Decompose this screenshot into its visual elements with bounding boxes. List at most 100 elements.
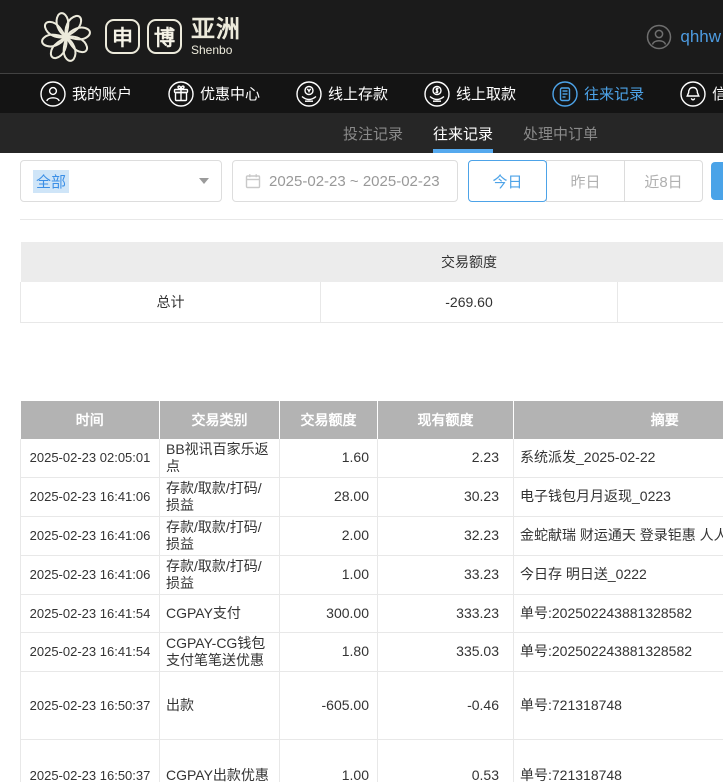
today-button[interactable]: 今日: [468, 160, 547, 202]
logo-region-text: 亚洲 Shenbo: [191, 18, 241, 56]
calendar-icon: [245, 173, 261, 189]
table-cell: 2025-02-23 16:50:37: [21, 671, 160, 739]
date-range-input[interactable]: 2025-02-23 ~ 2025-02-23: [232, 160, 458, 202]
column-header: 摘要: [514, 401, 723, 439]
table-row: 2025-02-23 16:41:06存款/取款/打码/损益28.0030.23…: [21, 477, 723, 516]
table-row: 2025-02-23 16:41:54CGPAY支付300.00333.23单号…: [21, 594, 723, 632]
table-row: 2025-02-23 02:05:01BB视讯百家乐返点1.602.23系统派发…: [21, 439, 723, 478]
bell-icon: [680, 81, 706, 107]
user-circle-icon: [40, 81, 66, 107]
nav-item-withdraw[interactable]: 线上取款: [424, 81, 516, 107]
records-table: 时间交易类别交易额度现有额度摘要 2025-02-23 02:05:01BB视讯…: [20, 401, 723, 782]
page: 申 博 亚洲 Shenbo qhhw: [0, 0, 723, 782]
table-cell: CGPAY支付: [160, 594, 280, 632]
table-cell: 存款/取款/打码/损益: [160, 516, 280, 555]
nav-item-my-account[interactable]: 我的账户: [40, 81, 132, 107]
tab-transaction-records[interactable]: 往来记录: [433, 113, 493, 153]
records-table-body: 2025-02-23 02:05:01BB视讯百家乐返点1.602.23系统派发…: [21, 439, 723, 782]
nav-item-messages[interactable]: 信息: [680, 81, 723, 107]
brand-logo[interactable]: 申 博 亚洲 Shenbo: [34, 5, 241, 69]
date-range-value: 2025-02-23 ~ 2025-02-23: [269, 173, 440, 190]
table-cell: 2025-02-23 16:41:06: [21, 477, 160, 516]
tab-pending-orders[interactable]: 处理中订单: [523, 113, 598, 153]
section-divider: [20, 219, 723, 220]
table-cell: 单号:202502243881328582: [514, 632, 723, 671]
table-cell: 32.23: [378, 516, 514, 555]
table-cell: 30.23: [378, 477, 514, 516]
chevron-down-icon: [199, 178, 209, 184]
records-icon: [552, 81, 578, 107]
records-header-row: 时间交易类别交易额度现有额度摘要: [21, 401, 723, 439]
table-cell: 2025-02-23 16:41:54: [21, 594, 160, 632]
yesterday-button[interactable]: 昨日: [546, 160, 625, 202]
table-row: 2025-02-23 16:50:37CGPAY出款优惠1.000.53单号:7…: [21, 739, 723, 782]
table-cell: 单号:721318748: [514, 671, 723, 739]
top-bar: 申 博 亚洲 Shenbo qhhw: [0, 0, 723, 73]
table-cell: 1.00: [280, 555, 378, 594]
table-row: 2025-02-23 16:41:06存款/取款/打码/损益2.0032.23金…: [21, 516, 723, 555]
gift-icon: [168, 81, 194, 107]
avatar-icon: [646, 24, 672, 50]
table-cell: 2025-02-23 16:50:37: [21, 739, 160, 782]
category-select[interactable]: 全部: [20, 160, 222, 202]
table-row: 2025-02-23 16:41:54CGPAY-CG钱包支付笔笔送优惠1.80…: [21, 632, 723, 671]
table-cell: 33.23: [378, 555, 514, 594]
table-cell: 存款/取款/打码/损益: [160, 477, 280, 516]
summary-table: 交易额度 总计 -269.60: [20, 242, 723, 323]
table-cell: 1.80: [280, 632, 378, 671]
table-cell: CGPAY出款优惠: [160, 739, 280, 782]
summary-header-amount: 交易额度: [321, 242, 618, 282]
table-cell: 2025-02-23 16:41:54: [21, 632, 160, 671]
column-header: 交易类别: [160, 401, 280, 439]
table-cell: 1.00: [280, 739, 378, 782]
summary-header-row: 交易额度: [21, 242, 723, 282]
flower-logo-icon: [34, 5, 98, 69]
account-menu[interactable]: qhhw: [646, 0, 721, 73]
table-cell: 333.23: [378, 594, 514, 632]
quick-range-group: 今日 昨日 近8日: [468, 160, 703, 202]
nav-item-transactions[interactable]: 往来记录: [552, 81, 644, 107]
filter-bar: 全部 2025-02-23 ~ 2025-02-23 今日 昨日 近8日: [20, 160, 723, 202]
category-selected-value: 全部: [33, 170, 69, 193]
column-header: 交易额度: [280, 401, 378, 439]
table-cell: 系统派发_2025-02-22: [514, 439, 723, 478]
table-cell: -605.00: [280, 671, 378, 739]
table-cell: 出款: [160, 671, 280, 739]
nav-item-deposit[interactable]: 线上存款: [296, 81, 388, 107]
table-cell: 0.53: [378, 739, 514, 782]
table-cell: 2.00: [280, 516, 378, 555]
table-cell: 今日存 明日送_0222: [514, 555, 723, 594]
table-cell: 1.60: [280, 439, 378, 478]
column-header: 时间: [21, 401, 160, 439]
table-cell: 300.00: [280, 594, 378, 632]
summary-total-value: -269.60: [321, 282, 618, 322]
table-cell: 2025-02-23 02:05:01: [21, 439, 160, 478]
table-cell: 2.23: [378, 439, 514, 478]
nav-item-promotions[interactable]: 优惠中心: [168, 81, 260, 107]
logo-char-shen: 申: [105, 19, 140, 54]
table-cell: 28.00: [280, 477, 378, 516]
summary-total-label: 总计: [21, 282, 321, 322]
tab-betting-records[interactable]: 投注记录: [343, 113, 403, 153]
summary-total-row: 总计 -269.60: [21, 282, 723, 322]
table-cell: 2025-02-23 16:41:06: [21, 516, 160, 555]
table-cell: 金蛇献瑞 财运通天 登录钜惠 人人皆享: [514, 516, 723, 555]
table-cell: 电子钱包月月返现_0223: [514, 477, 723, 516]
column-header: 现有额度: [378, 401, 514, 439]
deposit-icon: [296, 81, 322, 107]
withdraw-icon: [424, 81, 450, 107]
main-nav: 我的账户 优惠中心: [0, 73, 723, 113]
table-cell: 单号:721318748: [514, 739, 723, 782]
username-text: qhhw: [680, 27, 721, 47]
search-button[interactable]: [711, 162, 723, 200]
table-cell: -0.46: [378, 671, 514, 739]
table-row: 2025-02-23 16:41:06存款/取款/打码/损益1.0033.23今…: [21, 555, 723, 594]
table-cell: 335.03: [378, 632, 514, 671]
record-tabs: 投注记录 往来记录 处理中订单: [0, 113, 723, 153]
last-8-days-button[interactable]: 近8日: [624, 160, 703, 202]
table-cell: 单号:202502243881328582: [514, 594, 723, 632]
logo-char-bo: 博: [147, 19, 182, 54]
table-cell: 2025-02-23 16:41:06: [21, 555, 160, 594]
table-cell: CGPAY-CG钱包支付笔笔送优惠: [160, 632, 280, 671]
table-cell: BB视讯百家乐返点: [160, 439, 280, 478]
